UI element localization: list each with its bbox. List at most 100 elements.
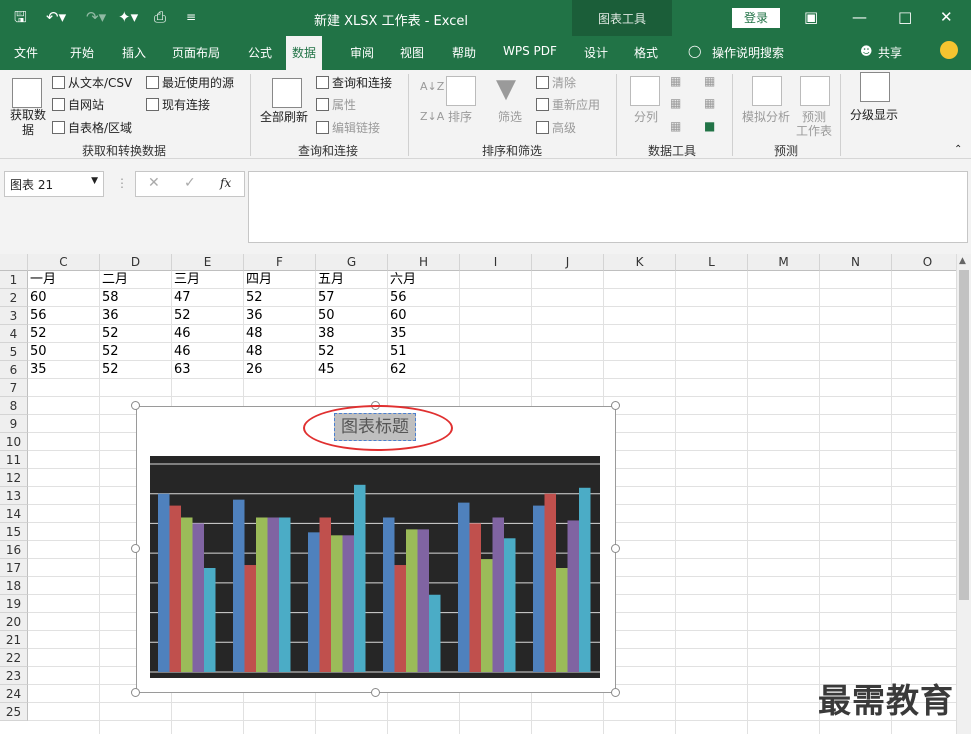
row-header[interactable]: 20 [0,613,28,631]
ribbon-display-icon[interactable]: ▣ [804,8,818,26]
table-cell[interactable]: 46 [172,325,191,343]
table-header-cell[interactable]: 六月 [388,271,416,289]
data-validation-icon[interactable]: ▦ [670,119,681,133]
reapply-button[interactable]: 重新应用 [536,96,600,113]
table-cell[interactable]: 36 [244,307,263,325]
maximize-icon[interactable]: □ [898,8,912,26]
get-data-button[interactable]: 获取数据 [8,108,48,138]
table-cell[interactable]: 63 [172,361,191,379]
bar[interactable] [244,565,257,672]
row-header[interactable]: 8 [0,397,28,415]
table-cell[interactable]: 26 [244,361,263,379]
row-header[interactable]: 11 [0,451,28,469]
table-cell[interactable]: 60 [388,307,407,325]
bar[interactable] [169,505,182,672]
tab-page-layout[interactable]: 页面布局 [172,44,220,61]
chevron-down-icon[interactable]: ▼ [91,176,98,186]
bar[interactable] [458,502,470,672]
table-cell[interactable]: 52 [316,343,335,361]
bar[interactable] [492,517,505,672]
bar[interactable] [567,520,580,672]
minimize-icon[interactable]: — [852,8,867,26]
sort-za-icon[interactable]: Z↓A [420,110,444,123]
clear-filter-button[interactable]: 清除 [536,74,576,91]
tab-insert[interactable]: 插入 [122,44,146,61]
row-header[interactable]: 22 [0,649,28,667]
outline-button[interactable]: 分级显示 [850,106,898,123]
column-header[interactable]: G [316,254,388,271]
table-cell[interactable]: 48 [244,343,263,361]
redo-icon[interactable]: ↷▾ [86,8,106,26]
row-header[interactable]: 2 [0,289,28,307]
remove-duplicates-icon[interactable]: ▦ [670,96,681,110]
column-header[interactable]: J [532,254,604,271]
advanced-filter-button[interactable]: 高级 [536,119,576,136]
table-cell[interactable]: 52 [172,307,191,325]
row-header[interactable]: 7 [0,379,28,397]
edit-links-button[interactable]: 编辑链接 [316,119,380,136]
table-cell[interactable]: 60 [28,289,47,307]
table-cell[interactable]: 35 [28,361,47,379]
tab-review[interactable]: 审阅 [350,44,374,61]
column-header[interactable]: O [892,254,956,271]
recent-sources-button[interactable]: 最近使用的源 [146,74,234,91]
row-header[interactable]: 21 [0,631,28,649]
column-header[interactable]: M [748,254,820,271]
customize-toolbar-icon[interactable]: ≡ [186,8,196,26]
from-web-button[interactable]: 自网站 [52,96,104,113]
login-button[interactable]: 登录 [732,8,780,28]
table-cell[interactable]: 45 [316,361,335,379]
row-header[interactable]: 24 [0,685,28,703]
queries-connections-button[interactable]: 查询和连接 [316,74,392,91]
tab-wps-pdf[interactable]: WPS PDF [503,44,557,58]
bar[interactable] [469,523,482,672]
what-if-button[interactable]: 模拟分析 [742,108,790,125]
tab-design[interactable]: 设计 [584,44,608,61]
row-header[interactable]: 17 [0,559,28,577]
resize-handle[interactable] [131,544,140,553]
table-cell[interactable]: 52 [100,361,119,379]
bar[interactable] [354,484,366,672]
tab-formulas[interactable]: 公式 [248,44,272,61]
table-cell[interactable]: 51 [388,343,407,361]
row-header[interactable]: 18 [0,577,28,595]
sort-button[interactable]: 排序 [448,108,472,125]
table-cell[interactable]: 46 [172,343,191,361]
row-header[interactable]: 14 [0,505,28,523]
column-header[interactable]: D [100,254,172,271]
print-preview-icon[interactable]: ⎙ [154,8,166,26]
text-to-columns-button[interactable]: 分列 [634,108,658,125]
bar[interactable] [383,517,395,672]
column-header[interactable]: I [460,254,532,271]
smiley-icon[interactable] [940,41,958,59]
bar[interactable] [256,517,268,672]
enter-icon[interactable]: ✓ [184,175,196,191]
table-cell[interactable]: 58 [100,289,119,307]
table-cell[interactable]: 56 [388,289,407,307]
bar[interactable] [308,532,320,672]
table-cell[interactable]: 35 [388,325,407,343]
bar[interactable] [481,559,493,672]
bar[interactable] [406,529,418,672]
tab-format[interactable]: 格式 [634,44,658,61]
row-header[interactable]: 3 [0,307,28,325]
bar[interactable] [429,594,441,672]
bar[interactable] [504,538,516,672]
resize-handle[interactable] [611,688,620,697]
row-header[interactable]: 25 [0,703,28,721]
column-header[interactable]: K [604,254,676,271]
row-header[interactable]: 1 [0,271,28,289]
formula-input[interactable] [248,171,968,243]
table-cell[interactable]: 52 [244,289,263,307]
row-header[interactable]: 12 [0,469,28,487]
plot-area[interactable] [150,456,600,678]
table-cell[interactable]: 36 [100,307,119,325]
close-icon[interactable]: ✕ [940,8,953,26]
bar[interactable] [579,487,591,672]
table-cell[interactable]: 52 [100,343,119,361]
table-cell[interactable]: 52 [28,325,47,343]
bar[interactable] [158,493,170,672]
collapse-ribbon-icon[interactable]: ⌃ [954,144,962,155]
scroll-thumb[interactable] [959,270,969,600]
table-header-cell[interactable]: 四月 [244,271,272,289]
